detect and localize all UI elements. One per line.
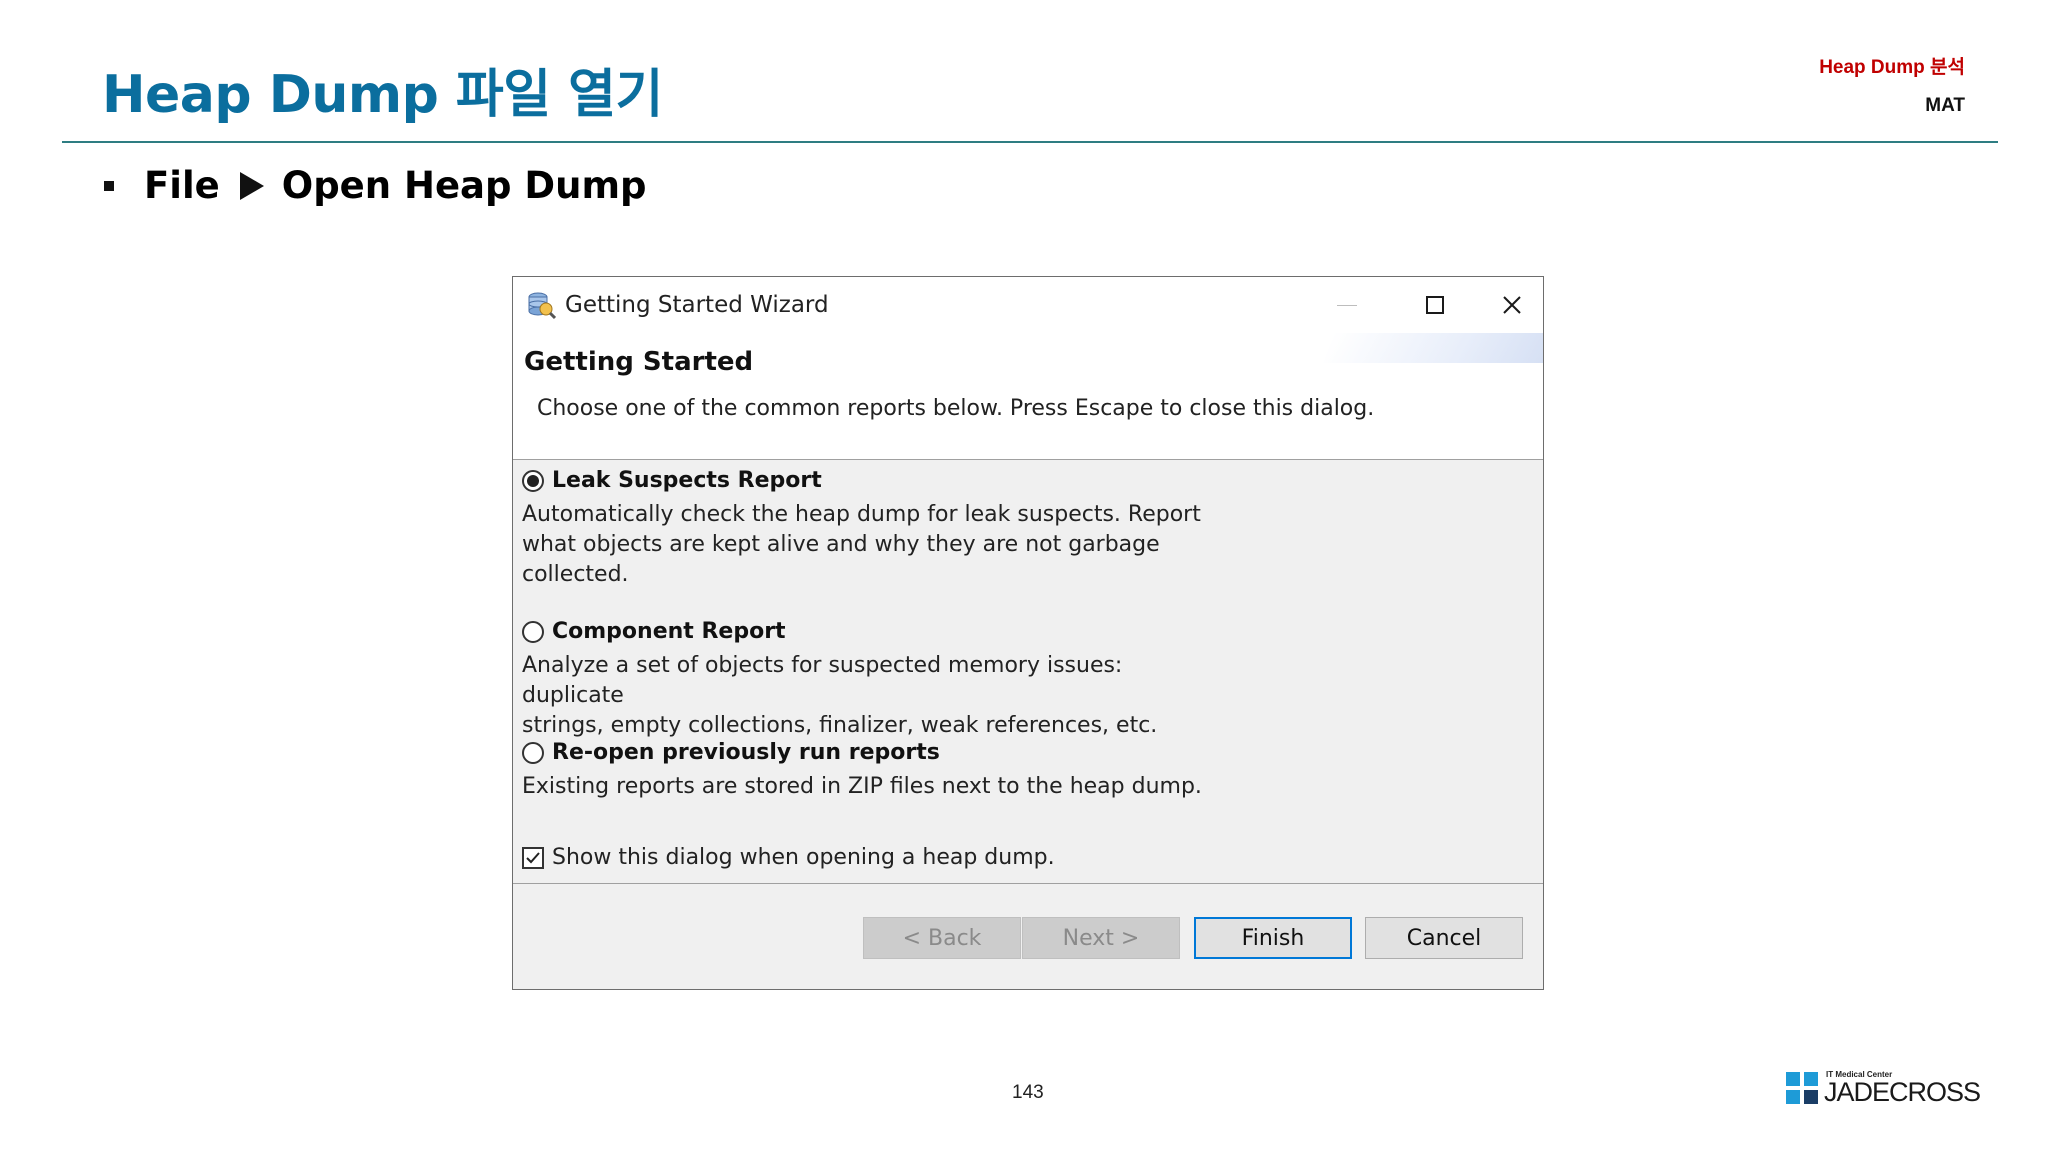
logo-squares-icon (1786, 1071, 1818, 1104)
logo-main-text: JADECROSS (1824, 1077, 1981, 1107)
getting-started-dialog: Getting Started Wizard Getting Started C… (512, 276, 1544, 990)
option-desc-line: Analyze a set of objects for suspected m… (522, 653, 1123, 708)
bullet-file: File (144, 164, 220, 207)
close-icon (1503, 296, 1521, 314)
option-description-reopen: Existing reports are stored in ZIP files… (522, 772, 1222, 802)
banner-title: Getting Started (524, 347, 754, 377)
option-desc-line: Automatically check the heap dump for le… (522, 502, 1201, 527)
bullet-square-icon (104, 180, 114, 191)
show-dialog-checkbox[interactable] (522, 846, 544, 869)
option-desc-line: what objects are kept alive and why they… (522, 532, 1160, 557)
cancel-button[interactable]: Cancel (1365, 917, 1523, 959)
subcontext-label: MAT (1925, 95, 1965, 116)
wizard-app-icon (528, 292, 556, 320)
finish-button[interactable]: Finish (1194, 917, 1352, 959)
dialog-titlebar[interactable]: Getting Started Wizard (513, 277, 1543, 333)
option-label: Component Report (552, 619, 786, 644)
option-desc-line: Existing reports are stored in ZIP files… (522, 774, 1202, 799)
show-dialog-checkbox-row[interactable]: Show this dialog when opening a heap dum… (522, 845, 1055, 870)
option-component-report[interactable]: Component Report (522, 619, 786, 644)
close-button[interactable] (1479, 277, 1545, 333)
jadecross-logo: IT Medical Center JADECROSS (1786, 1070, 1981, 1107)
option-leak-suspects[interactable]: Leak Suspects Report (522, 468, 822, 493)
page-number: 143 (1012, 1082, 1044, 1103)
option-reopen-reports[interactable]: Re-open previously run reports (522, 740, 940, 765)
option-label: Re-open previously run reports (552, 740, 940, 765)
next-button[interactable]: Next > (1022, 917, 1180, 959)
maximize-button[interactable] (1391, 277, 1479, 333)
radio-component-report[interactable] (522, 620, 544, 643)
minimize-icon (1337, 304, 1357, 306)
option-label: Leak Suspects Report (552, 468, 822, 493)
checkmark-icon (526, 851, 540, 863)
radio-leak-suspects[interactable] (522, 469, 544, 492)
minimize-button[interactable] (1303, 277, 1391, 333)
context-label: Heap Dump 분석 (1819, 57, 1965, 78)
menu-path-bullet: File Open Heap Dump (104, 164, 646, 207)
report-options-panel: Leak Suspects Report Automatically check… (513, 459, 1543, 884)
arrow-right-icon (239, 171, 264, 200)
dialog-window-title: Getting Started Wizard (565, 292, 829, 318)
banner-description: Choose one of the common reports below. … (537, 396, 1375, 421)
slide-context: Heap Dump 분석 MAT (1819, 52, 1965, 117)
option-desc-line: collected. (522, 562, 629, 587)
title-divider (62, 141, 1998, 143)
back-button[interactable]: < Back (863, 917, 1021, 959)
bullet-action: Open Heap Dump (281, 164, 647, 207)
logo-text: IT Medical Center JADECROSS (1824, 1070, 1981, 1107)
radio-reopen-reports[interactable] (522, 741, 544, 764)
maximize-icon (1426, 296, 1444, 314)
show-dialog-label: Show this dialog when opening a heap dum… (552, 845, 1055, 870)
option-desc-line: strings, empty collections, finalizer, w… (522, 713, 1158, 738)
slide-title: Heap Dump 파일 열기 (102, 65, 663, 125)
option-description-leak-suspects: Automatically check the heap dump for le… (522, 500, 1222, 590)
dialog-button-bar: < Back Next > Finish Cancel (513, 884, 1543, 989)
option-description-component: Analyze a set of objects for suspected m… (522, 651, 1222, 741)
wizard-banner: Getting Started Choose one of the common… (513, 333, 1543, 459)
banner-gradient (1323, 333, 1543, 363)
